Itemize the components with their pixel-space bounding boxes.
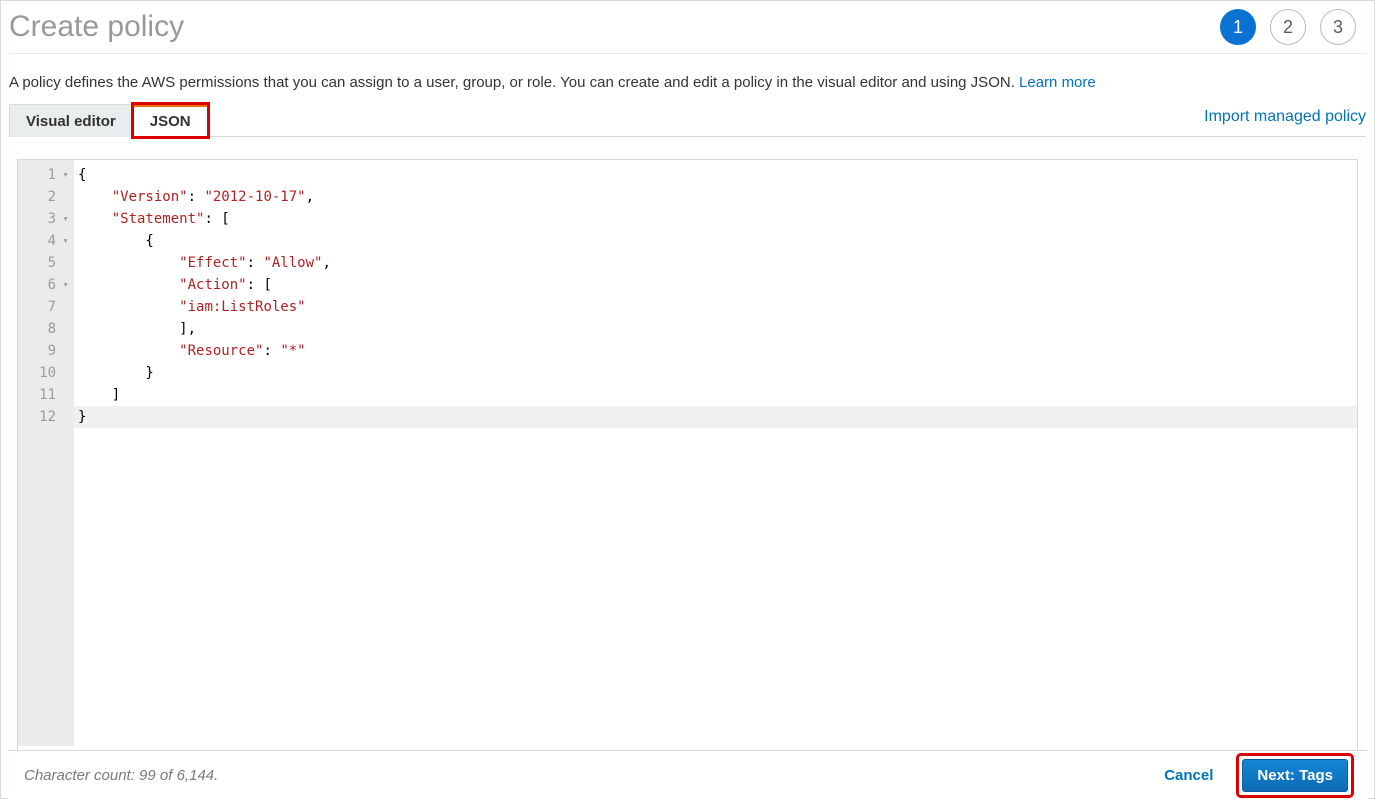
next-button-highlight: Next: Tags (1239, 756, 1351, 795)
line-number: 9 (18, 340, 70, 362)
line-number: 6 (18, 274, 70, 296)
next-tags-button[interactable]: Next: Tags (1242, 759, 1348, 792)
json-editor[interactable]: 123456789101112 { "Version": "2012-10-17… (17, 159, 1358, 798)
code-line[interactable]: ] (78, 384, 1351, 406)
header-row: Create policy 123 (9, 9, 1366, 54)
line-number: 4 (18, 230, 70, 252)
line-number: 2 (18, 186, 70, 208)
line-number: 8 (18, 318, 70, 340)
code-line[interactable]: "Statement": [ (78, 208, 1351, 230)
editor-gutter: 123456789101112 (18, 160, 74, 746)
code-line[interactable]: "Version": "2012-10-17", (78, 186, 1351, 208)
line-number: 11 (18, 384, 70, 406)
code-line[interactable]: "iam:ListRoles" (78, 296, 1351, 318)
description-text: A policy defines the AWS permissions tha… (9, 74, 1019, 91)
line-number: 3 (18, 208, 70, 230)
tab-json[interactable]: JSON (133, 104, 208, 137)
line-number: 10 (18, 362, 70, 384)
code-line[interactable]: ], (78, 318, 1351, 340)
code-line[interactable]: { (78, 230, 1351, 252)
code-line[interactable]: { (78, 164, 1351, 186)
tab-visual-editor[interactable]: Visual editor (9, 104, 133, 137)
character-count: Character count: 99 of 6,144. (24, 767, 218, 784)
line-number: 1 (18, 164, 70, 186)
code-line[interactable]: } (78, 362, 1351, 384)
editor-code-area[interactable]: { "Version": "2012-10-17", "Statement": … (74, 160, 1357, 746)
line-number: 5 (18, 252, 70, 274)
wizard-steps: 123 (1220, 9, 1366, 45)
page-title: Create policy (9, 10, 184, 44)
code-line[interactable]: "Effect": "Allow", (78, 252, 1351, 274)
code-line[interactable]: "Resource": "*" (78, 340, 1351, 362)
step-1[interactable]: 1 (1220, 9, 1256, 45)
footer-bar: Character count: 99 of 6,144. Cancel Nex… (8, 750, 1367, 799)
tabs-row: Visual editorJSON Import managed policy (9, 103, 1366, 137)
tabs: Visual editorJSON (9, 103, 208, 136)
cancel-button[interactable]: Cancel (1158, 766, 1219, 785)
step-3[interactable]: 3 (1320, 9, 1356, 45)
code-line[interactable]: } (78, 406, 1351, 428)
policy-description: A policy defines the AWS permissions tha… (9, 54, 1366, 103)
step-2[interactable]: 2 (1270, 9, 1306, 45)
import-managed-policy-link[interactable]: Import managed policy (1204, 108, 1366, 136)
line-number: 12 (18, 406, 70, 428)
learn-more-link[interactable]: Learn more (1019, 74, 1096, 91)
line-number: 7 (18, 296, 70, 318)
code-line[interactable]: "Action": [ (78, 274, 1351, 296)
